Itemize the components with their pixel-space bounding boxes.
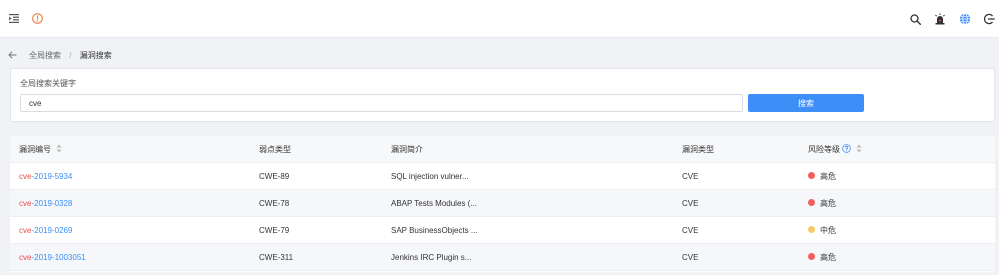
cve-id-prefix[interactable]: cve (19, 199, 31, 208)
cve-id-number[interactable]: -2019-0269 (31, 226, 72, 235)
risk-level: 高危 (808, 163, 958, 190)
cve-id-prefix[interactable]: cve (19, 172, 31, 181)
header-id[interactable]: 漏洞编号 (19, 136, 249, 163)
breadcrumb-item-vuln-search: 漏洞搜索 (79, 51, 112, 60)
summary: SAP BusinessObjects ... (391, 226, 478, 235)
table-row[interactable]: cve-2019-0269 CWE-79 SAP BusinessObjects… (10, 217, 995, 244)
search-button[interactable]: 搜索 (748, 94, 864, 112)
search-label: 全局搜索关键字 (20, 79, 76, 88)
table-row[interactable]: cve-2019-1003051 CWE-311 Jenkins IRC Plu… (10, 244, 995, 271)
weakness-type: CWE-311 (259, 253, 294, 262)
vuln-type: CVE (682, 253, 699, 262)
header-id-label: 漏洞编号 (19, 145, 51, 154)
search-input[interactable] (20, 94, 743, 112)
sort-icon[interactable] (56, 144, 62, 153)
cve-id-number[interactable]: -2019-1003051 (31, 253, 85, 262)
table-row[interactable]: cve-2019-0328 CWE-78 ABAP Tests Modules … (10, 190, 995, 217)
table-row[interactable]: cve-2019-5934 CWE-89 SQL injection vulne… (10, 163, 995, 190)
header-vuln-type: 漏洞类型 (682, 145, 714, 154)
sort-icon[interactable] (856, 144, 862, 153)
cve-id-number[interactable]: -2019-0328 (31, 199, 72, 208)
risk-level-label: 中危 (820, 226, 836, 235)
search-panel: 全局搜索关键字 搜索 (10, 68, 995, 122)
table-header-row: 漏洞编号 弱点类型 漏洞简介 漏洞类型 风险等级 (10, 136, 995, 163)
risk-dot (808, 172, 815, 180)
weakness-type: CWE-89 (259, 172, 290, 181)
logout-icon[interactable] (983, 13, 995, 25)
vuln-type: CVE (682, 226, 699, 235)
risk-level: 高危 (808, 190, 958, 217)
cve-id-prefix[interactable]: cve (19, 226, 31, 235)
risk-dot (808, 199, 815, 207)
risk-level-label: 高危 (820, 172, 836, 181)
weakness-type: CWE-78 (259, 199, 290, 208)
summary: Jenkins IRC Plugin s... (391, 253, 472, 262)
cve-id[interactable]: cve-2019-5934 (19, 163, 249, 190)
cve-id[interactable]: cve-2019-1003051 (19, 244, 249, 271)
vuln-table: 漏洞编号 弱点类型 漏洞简介 漏洞类型 风险等级 cve-2019-5934 C… (10, 136, 995, 272)
cve-id-prefix[interactable]: cve (19, 253, 31, 262)
globe-icon[interactable] (959, 13, 971, 25)
breadcrumb-separator: / (69, 51, 72, 60)
header-risk-level-label: 风险等级 (808, 145, 840, 154)
risk-dot (808, 253, 815, 261)
summary: ABAP Tests Modules (... (391, 199, 477, 208)
vuln-type: CVE (682, 199, 699, 208)
summary: SQL injection vulner... (391, 172, 469, 181)
vuln-type: CVE (682, 172, 699, 181)
top-bar (0, 0, 999, 38)
menu-fold-icon[interactable] (9, 14, 19, 23)
risk-level-label: 高危 (820, 199, 836, 208)
help-icon[interactable] (842, 144, 851, 154)
back-arrow-icon[interactable] (8, 51, 17, 59)
weakness-type: CWE-79 (259, 226, 290, 235)
risk-level: 高危 (808, 244, 958, 271)
cve-id[interactable]: cve-2019-0269 (19, 217, 249, 244)
risk-dot (808, 226, 815, 234)
cve-id-number[interactable]: -2019-5934 (31, 172, 72, 181)
header-summary: 漏洞简介 (391, 145, 423, 154)
header-weakness-type: 弱点类型 (259, 145, 291, 154)
search-icon[interactable] (910, 14, 921, 25)
risk-level-label: 高危 (820, 253, 836, 262)
cve-id[interactable]: cve-2019-0328 (19, 190, 249, 217)
risk-level: 中危 (808, 217, 958, 244)
header-risk-level[interactable]: 风险等级 (808, 136, 958, 163)
breadcrumb: 全局搜索 / 漏洞搜索 (29, 50, 112, 62)
info-icon[interactable] (32, 13, 43, 24)
breadcrumb-item-global-search[interactable]: 全局搜索 (29, 51, 61, 60)
alarm-icon[interactable] (934, 13, 946, 25)
